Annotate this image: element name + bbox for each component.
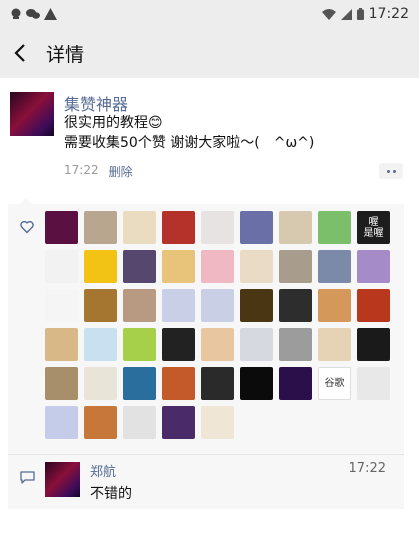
liker-avatar[interactable]: [45, 289, 78, 322]
wifi-icon: [321, 8, 336, 20]
liker-avatar[interactable]: [123, 406, 156, 439]
status-bar: 17:22: [0, 0, 419, 28]
more-actions-button[interactable]: [379, 163, 403, 179]
liker-avatar[interactable]: [84, 211, 117, 244]
liker-avatar[interactable]: [318, 328, 351, 361]
liker-avatar[interactable]: [162, 289, 195, 322]
dot-icon: [392, 169, 396, 173]
post-time: 17:22: [64, 163, 99, 177]
warning-notification-icon: [44, 8, 57, 20]
liker-avatar[interactable]: [357, 367, 390, 400]
liker-avatar[interactable]: [240, 289, 273, 322]
likes-panel: 喔 是喔谷歌: [8, 198, 405, 454]
page-title: 详情: [46, 43, 85, 66]
comment-time: 17:22: [348, 461, 386, 476]
comment-panel: 郑航 17:22 不错的: [8, 455, 404, 509]
liker-avatar[interactable]: [318, 250, 351, 283]
liker-avatar[interactable]: [162, 250, 195, 283]
liker-avatar[interactable]: [84, 406, 117, 439]
liker-avatar[interactable]: [123, 328, 156, 361]
delete-button[interactable]: 删除: [109, 163, 133, 180]
liker-avatar[interactable]: [279, 211, 312, 244]
liker-avatar[interactable]: [162, 367, 195, 400]
liker-avatar[interactable]: [84, 367, 117, 400]
liker-avatar[interactable]: [201, 250, 234, 283]
liker-avatar[interactable]: [357, 328, 390, 361]
likers-grid: 喔 是喔谷歌: [45, 211, 405, 439]
liker-avatar[interactable]: [318, 211, 351, 244]
liker-avatar[interactable]: [45, 367, 78, 400]
liker-avatar[interactable]: [240, 367, 273, 400]
poster-avatar[interactable]: [10, 92, 54, 136]
comment-text[interactable]: 不错的: [90, 483, 132, 503]
liker-avatar[interactable]: [201, 211, 234, 244]
liker-avatar[interactable]: [240, 211, 273, 244]
liker-avatar[interactable]: [357, 289, 390, 322]
nav-bar: 详情: [0, 28, 419, 78]
liker-avatar[interactable]: [279, 250, 312, 283]
liker-avatar[interactable]: [123, 211, 156, 244]
comment-icon: [20, 471, 35, 484]
liker-avatar[interactable]: [45, 250, 78, 283]
liker-avatar[interactable]: [279, 367, 312, 400]
liker-avatar[interactable]: [162, 328, 195, 361]
system-status: 17:22: [321, 6, 409, 22]
wechat-notification-icon: [26, 9, 40, 19]
liker-avatar[interactable]: [357, 250, 390, 283]
liker-avatar[interactable]: [45, 211, 78, 244]
liker-avatar[interactable]: [45, 406, 78, 439]
liker-avatar[interactable]: [201, 367, 234, 400]
liker-avatar[interactable]: 喔 是喔: [357, 211, 390, 244]
liker-avatar[interactable]: [84, 289, 117, 322]
liker-avatar[interactable]: [240, 328, 273, 361]
liker-avatar[interactable]: [45, 328, 78, 361]
liker-avatar[interactable]: [279, 289, 312, 322]
liker-avatar[interactable]: [123, 367, 156, 400]
liker-avatar[interactable]: [240, 250, 273, 283]
liker-avatar[interactable]: [123, 250, 156, 283]
liker-avatar[interactable]: [201, 406, 234, 439]
liker-avatar[interactable]: [318, 289, 351, 322]
commenter-avatar[interactable]: [45, 462, 80, 497]
post-meta: 17:22 删除: [64, 163, 133, 180]
dot-icon: [386, 169, 390, 173]
status-time: 17:22: [368, 6, 409, 22]
signal-icon: [340, 8, 352, 20]
poster-name[interactable]: 集赞神器: [64, 91, 128, 115]
liker-avatar[interactable]: [84, 328, 117, 361]
liker-avatar[interactable]: [201, 289, 234, 322]
commenter-name[interactable]: 郑航: [90, 461, 116, 480]
notification-icons: [10, 8, 57, 20]
liker-avatar[interactable]: [123, 289, 156, 322]
liker-avatar[interactable]: [162, 211, 195, 244]
back-arrow-icon[interactable]: [10, 42, 32, 64]
liker-avatar[interactable]: 谷歌: [318, 367, 351, 400]
post-content: 很实用的教程😊 需要收集50个赞 谢谢大家啦～( ^ω^): [64, 115, 315, 151]
liker-avatar[interactable]: [162, 406, 195, 439]
heart-icon: [20, 220, 34, 234]
app-notification-icon: [11, 8, 21, 19]
battery-icon: [356, 8, 364, 20]
liker-avatar[interactable]: [201, 328, 234, 361]
liker-avatar[interactable]: [279, 328, 312, 361]
liker-avatar[interactable]: [84, 250, 117, 283]
